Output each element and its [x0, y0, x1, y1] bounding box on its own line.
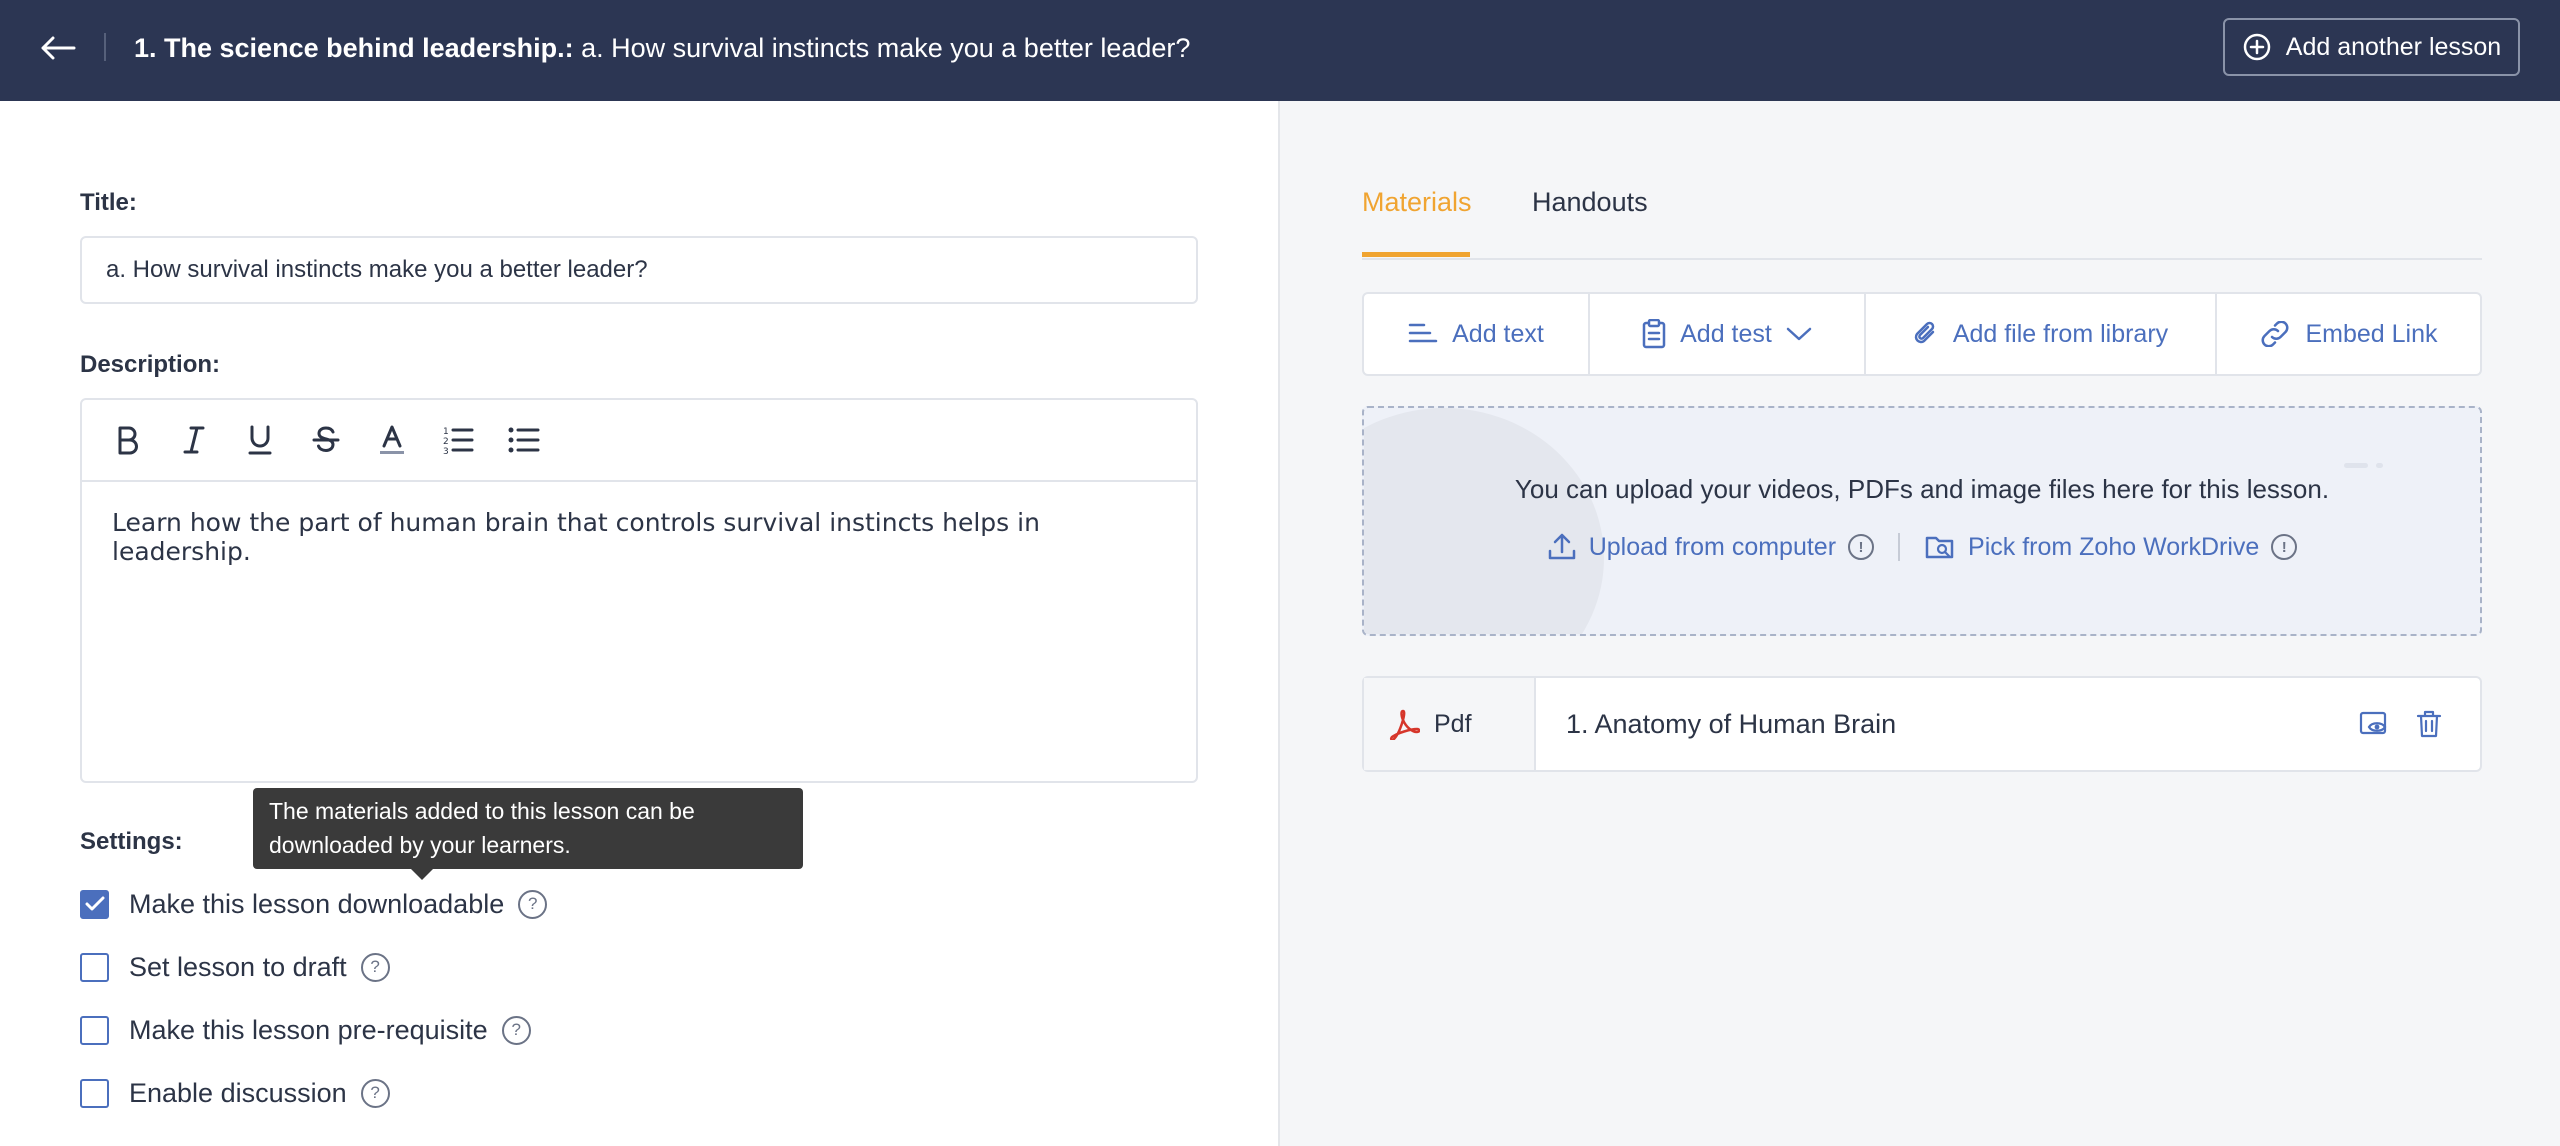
svg-text:1: 1 — [443, 427, 449, 437]
underline-icon — [248, 425, 272, 455]
tab-materials[interactable]: Materials — [1362, 187, 1472, 218]
italic-button[interactable] — [174, 420, 214, 460]
course-section-title: 1. The science behind leadership.: — [134, 33, 574, 63]
draft-label: Set lesson to draft — [129, 951, 347, 982]
eye-icon — [2359, 711, 2387, 735]
help-icon[interactable]: ? — [501, 1015, 531, 1045]
upload-from-computer-label: Upload from computer — [1588, 532, 1837, 561]
materials-panel: Materials Handouts Add text Add test Add… — [1278, 101, 2560, 1146]
material-item[interactable]: Pdf 1. Anatomy of Human Brain — [1362, 676, 2482, 772]
setting-draft: Set lesson to draft ? — [80, 950, 390, 984]
numbered-list-icon: 123 — [443, 427, 474, 455]
discussion-label: Enable discussion — [129, 1077, 347, 1108]
add-file-from-library-button[interactable]: Add file from library — [1866, 294, 2217, 374]
dropzone-links: Upload from computer ! Pick from Zoho Wo… — [1364, 532, 2480, 562]
settings-label: Settings: — [80, 828, 183, 855]
add-test-label: Add test — [1680, 319, 1772, 348]
svg-text:2: 2 — [443, 437, 449, 447]
help-icon[interactable]: ? — [518, 889, 548, 919]
bold-button[interactable] — [108, 420, 148, 460]
lesson-form-panel: Title: Description: 123 — [0, 101, 1278, 1146]
embed-link-button[interactable]: Embed Link — [2217, 294, 2480, 374]
header-divider — [104, 33, 106, 61]
italic-icon — [183, 426, 205, 454]
back-button[interactable] — [38, 28, 78, 68]
upload-from-computer-link[interactable]: Upload from computer ! — [1547, 532, 1875, 562]
link-separator — [1898, 533, 1901, 561]
dropzone-instructions: You can upload your videos, PDFs and ima… — [1514, 474, 2330, 504]
link-icon — [2262, 321, 2289, 347]
clipboard-icon — [1642, 319, 1666, 349]
prerequisite-checkbox[interactable] — [80, 1015, 109, 1045]
pick-from-workdrive-label: Pick from Zoho WorkDrive — [1968, 532, 2260, 561]
checkmark-icon — [85, 896, 104, 911]
folder-search-icon — [1925, 536, 1954, 559]
font-color-icon — [380, 425, 404, 454]
header-bar: 1. The science behind leadership.: a. Ho… — [0, 0, 2560, 101]
decorative-circle — [1364, 408, 1604, 634]
strikethrough-icon — [312, 426, 340, 453]
tab-handouts[interactable]: Handouts — [1532, 187, 1648, 218]
pick-from-workdrive-link[interactable]: Pick from Zoho WorkDrive ! — [1924, 532, 2298, 562]
material-type-label: Pdf — [1434, 709, 1472, 738]
editor-toolbar: 123 — [82, 400, 1196, 482]
pdf-icon — [1389, 709, 1420, 740]
discussion-checkbox[interactable] — [80, 1078, 109, 1108]
help-icon[interactable]: ? — [360, 952, 390, 982]
material-name: 1. Anatomy of Human Brain — [1566, 708, 1897, 739]
add-file-label: Add file from library — [1952, 319, 2169, 348]
active-tab-indicator — [1362, 252, 1470, 257]
decorative-dot — [2376, 463, 2383, 468]
add-text-button[interactable]: Add text — [1364, 294, 1590, 374]
bold-icon — [118, 426, 138, 455]
embed-link-label: Embed Link — [2305, 319, 2438, 348]
page-title: 1. The science behind leadership.: a. Ho… — [134, 30, 1190, 66]
material-actions-bar: Add text Add test Add file from library … — [1362, 292, 2482, 376]
info-icon[interactable]: ! — [2271, 534, 2298, 560]
delete-button[interactable] — [2412, 707, 2446, 741]
info-icon[interactable]: ! — [1848, 534, 1875, 560]
strikethrough-button[interactable] — [306, 420, 346, 460]
draft-checkbox[interactable] — [80, 952, 109, 982]
add-another-lesson-label: Add another lesson — [2285, 32, 2502, 61]
description-label: Description: — [80, 351, 221, 378]
plus-circle-icon — [2243, 33, 2271, 61]
upload-icon — [1548, 533, 1575, 560]
upload-dropzone[interactable]: You can upload your videos, PDFs and ima… — [1362, 406, 2482, 636]
setting-discussion: Enable discussion ? — [80, 1076, 390, 1110]
bulleted-list-button[interactable] — [504, 420, 544, 460]
help-icon[interactable]: ? — [360, 1078, 390, 1108]
numbered-list-button[interactable]: 123 — [438, 420, 478, 460]
lesson-title: a. How survival instincts make you a bet… — [573, 33, 1191, 63]
chevron-down-icon — [1786, 327, 1812, 341]
description-editor: 123 Learn how the part of human brain th… — [80, 398, 1198, 783]
svg-text:3: 3 — [443, 447, 449, 455]
trash-icon — [2416, 710, 2442, 738]
description-text[interactable]: Learn how the part of human brain that c… — [82, 482, 1196, 592]
preview-button[interactable] — [2358, 707, 2392, 741]
font-color-button[interactable] — [372, 420, 412, 460]
downloadable-tooltip: The materials added to this lesson can b… — [253, 788, 803, 880]
downloadable-checkbox[interactable] — [80, 889, 109, 919]
add-another-lesson-button[interactable]: Add another lesson — [2223, 18, 2520, 76]
arrow-left-icon — [41, 36, 76, 60]
title-input[interactable] — [80, 236, 1198, 304]
material-type: Pdf — [1364, 678, 1536, 770]
setting-downloadable: Make this lesson downloadable ? — [80, 887, 548, 921]
material-actions — [2358, 678, 2480, 770]
text-lines-icon — [1408, 323, 1438, 343]
underline-button[interactable] — [240, 420, 280, 460]
prerequisite-label: Make this lesson pre-requisite — [129, 1014, 488, 1045]
bulleted-list-icon — [508, 427, 540, 453]
downloadable-label: Make this lesson downloadable — [129, 888, 505, 919]
decorative-dash — [2344, 463, 2368, 468]
materials-tabs: Materials Handouts — [1362, 101, 2482, 260]
setting-prerequisite: Make this lesson pre-requisite ? — [80, 1013, 531, 1047]
title-label: Title: — [80, 189, 137, 216]
add-text-label: Add text — [1452, 319, 1544, 348]
add-test-button[interactable]: Add test — [1590, 294, 1866, 374]
paperclip-icon — [1914, 321, 1935, 344]
